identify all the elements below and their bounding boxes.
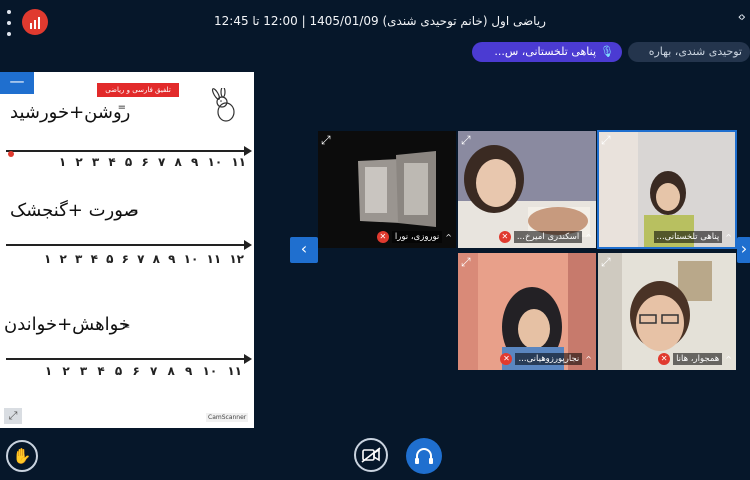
number-line-labels-1: ۱۱ ۱۰ ۹ ۸ ۷ ۶ ۵ ۴ ۳ ۲ ۱ xyxy=(58,155,246,169)
participant-nameplate: ^ نجارپورزوهیانی... ✕ xyxy=(500,353,592,365)
number-line-1 xyxy=(6,150,244,152)
app-logo-icon xyxy=(22,9,48,35)
rabbit-icon xyxy=(211,88,235,122)
talking-name: پناهی تلخستانی، س... xyxy=(494,45,597,58)
participant-name: نجارپورزوهیانی... xyxy=(515,353,583,365)
chevron-up-icon[interactable]: ^ xyxy=(725,233,732,242)
number-line-labels-3: ۱۱ ۱۰ ۹ ۸ ۷ ۶ ۵ ۴ ۳ ۲ ۱ xyxy=(44,364,242,378)
chevron-up-icon[interactable]: ^ xyxy=(445,233,452,242)
expand-video-icon[interactable]: ⤢ xyxy=(601,133,611,148)
collapse-panel-icon[interactable]: ‹› xyxy=(738,10,747,25)
expand-video-icon[interactable]: ⤢ xyxy=(461,133,471,148)
start-marker xyxy=(8,151,14,157)
number-line-2 xyxy=(6,244,244,246)
mic-off-icon: ✕ xyxy=(658,353,671,365)
mic-off-icon: ✕ xyxy=(376,231,389,243)
meeting-title: ریاضی اول (خانم توحیدی شندی) 1405/01/09 … xyxy=(214,14,546,28)
video-tile[interactable]: ⤢ ^ اسکندری امیرخ... ✕ xyxy=(458,131,596,248)
minimize-presentation-button[interactable]: — xyxy=(0,72,34,94)
talking-indicator[interactable]: 🎙 پناهی تلخستانی، س... xyxy=(472,42,622,62)
chevron-up-icon[interactable]: ^ xyxy=(585,233,592,242)
camera-off-icon xyxy=(361,447,381,463)
video-tile[interactable]: ⤢ ^ نوروزی، نورا ✕ xyxy=(318,131,456,248)
fullscreen-presentation-icon[interactable]: ⤢ xyxy=(4,408,22,424)
equation-3: خواهش+خواندن xyxy=(4,314,131,335)
participant-name: نوروزی، نورا xyxy=(391,231,443,243)
prev-page-button[interactable]: ‹ xyxy=(290,237,318,263)
expand-video-icon[interactable]: ⤢ xyxy=(601,255,611,270)
presentation-area: — تلفیق فارسی و ریاضی = روشن+خورشید ۱۱ ۱… xyxy=(0,72,254,428)
options-menu-button[interactable] xyxy=(4,10,14,36)
participant-nameplate: ^ همجوار، هانا ✕ xyxy=(658,353,732,365)
video-tile[interactable]: ⤢ ^ همجوار، هانا ✕ xyxy=(598,253,736,370)
chevron-up-icon[interactable]: ^ xyxy=(725,355,732,364)
mic-off-icon: ✕ xyxy=(498,231,511,243)
video-tile-active[interactable]: ⤢ ^ پناهی تلخستانی... xyxy=(597,130,737,249)
next-page-button[interactable]: › xyxy=(737,237,750,263)
camera-off-button[interactable] xyxy=(354,438,388,472)
headphones-button[interactable] xyxy=(406,438,442,474)
presenter-chip[interactable]: توحیدی شندی، بهاره xyxy=(628,42,750,62)
chevron-up-icon[interactable]: ^ xyxy=(585,355,592,364)
expand-video-icon[interactable]: ⤢ xyxy=(461,255,471,270)
number-line-arrow xyxy=(244,240,252,250)
participant-nameplate: ^ نوروزی، نورا ✕ xyxy=(376,231,452,243)
mic-off-icon: ✕ xyxy=(500,353,513,365)
participant-nameplate: ^ پناهی تلخستانی... xyxy=(653,231,732,243)
video-tile[interactable]: ⤢ ^ نجارپورزوهیانی... ✕ xyxy=(458,253,596,370)
participant-name: پناهی تلخستانی... xyxy=(653,231,723,243)
participant-name: همجوار، هانا xyxy=(673,353,723,365)
headphones-icon xyxy=(415,448,433,464)
participant-nameplate: ^ اسکندری امیرخ... ✕ xyxy=(498,231,592,243)
microphone-icon: 🎙 xyxy=(600,45,614,58)
slide-banner: تلفیق فارسی و ریاضی xyxy=(97,83,179,97)
expand-video-icon[interactable]: ⤢ xyxy=(321,133,331,148)
participant-name: اسکندری امیرخ... xyxy=(513,231,583,243)
equation-1: روشن+خورشید xyxy=(10,102,131,123)
number-line-arrow xyxy=(244,354,252,364)
number-line-3 xyxy=(6,358,244,360)
number-line-labels-2: ۱۲ ۱۱ ۱۰ ۹ ۸ ۷ ۶ ۵ ۴ ۳ ۲ ۱ xyxy=(44,252,244,266)
equation-2: صورت +گنجشک xyxy=(10,200,139,221)
watermark: CamScanner xyxy=(206,413,249,422)
raise-hand-button[interactable]: ✋ xyxy=(6,440,38,472)
